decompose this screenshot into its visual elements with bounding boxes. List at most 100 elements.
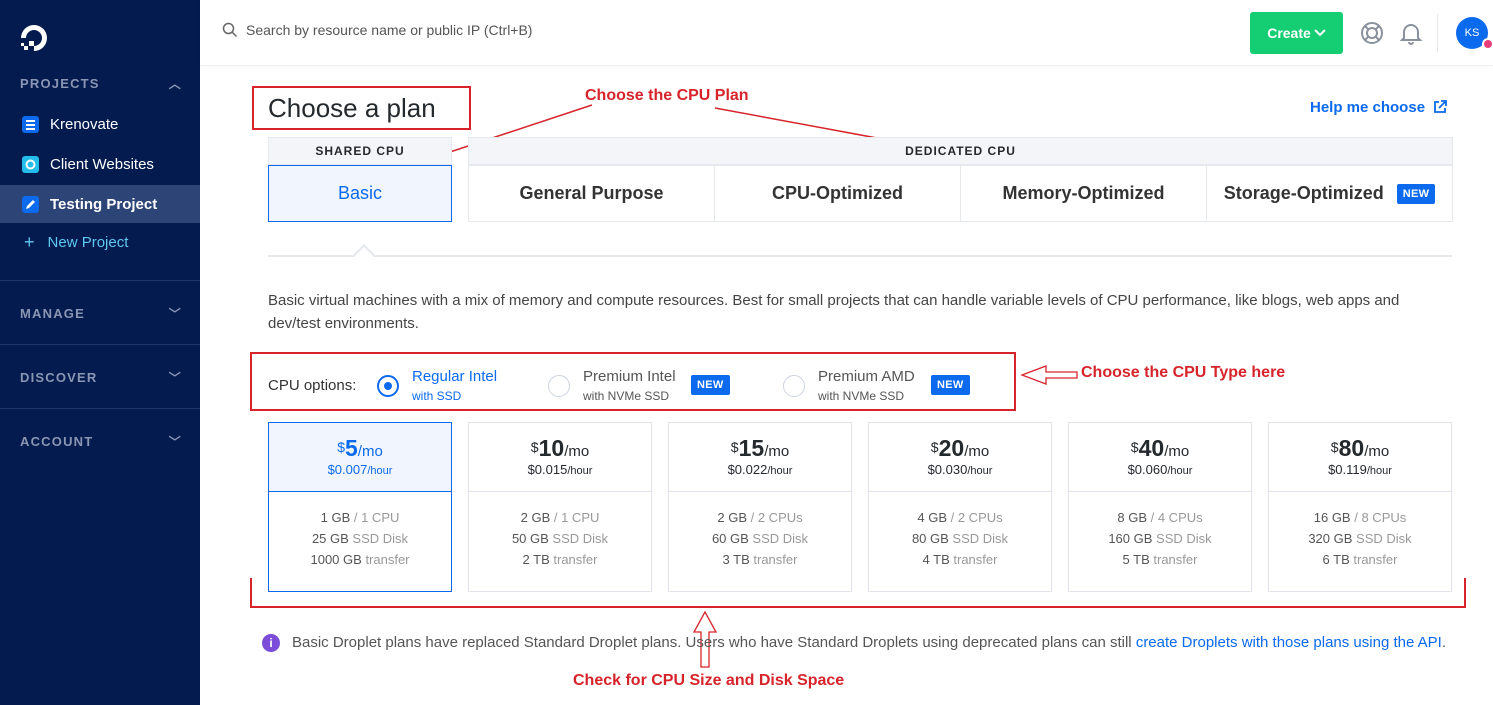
- tab-cpu-optimized[interactable]: CPU-Optimized: [714, 165, 961, 222]
- hourly-value: $0.007: [327, 462, 368, 477]
- price-value: 40: [1138, 435, 1165, 461]
- annotation-box-plan-cards: [250, 578, 1466, 608]
- spec-memory: 4 GB: [917, 510, 947, 525]
- radio-regular-intel[interactable]: [377, 375, 399, 397]
- plan-card[interactable]: $20/mo $0.030/hour 4 GB / 2 CPUs 80 GB SSD …: [868, 422, 1052, 592]
- spec-disk-row: 320 GB SSD Disk: [1269, 528, 1451, 549]
- per-hour-label: /hour: [1366, 465, 1392, 477]
- price-value: 5: [344, 435, 358, 461]
- search-bar[interactable]: [222, 22, 646, 38]
- create-button[interactable]: Create: [1250, 12, 1343, 54]
- per-hour-label: /hour: [567, 465, 593, 477]
- sidebar-item-label: Testing Project: [50, 195, 158, 213]
- account-heading-label: ACCOUNT: [20, 434, 94, 449]
- plan-price-section: $10/mo $0.015/hour: [469, 423, 651, 492]
- avatar-initials: KS: [1464, 27, 1480, 39]
- tab-basic[interactable]: Basic: [268, 165, 452, 222]
- plan-card[interactable]: $5/mo $0.007/hour 1 GB / 1 CPU 25 GB SSD Di…: [268, 422, 452, 592]
- hourly-value: $0.015: [527, 462, 568, 477]
- option-premium-intel-label[interactable]: Premium Intel: [583, 368, 676, 385]
- tab-label: Basic: [337, 183, 382, 203]
- monthly-price: $80/mo: [1269, 435, 1451, 462]
- price-value: 20: [938, 435, 965, 461]
- spec-transfer-row: 1000 GB transfer: [269, 549, 451, 570]
- hourly-price: $0.060/hour: [1069, 462, 1251, 477]
- plan-specs: 2 GB / 1 CPU 50 GB SSD Disk 2 TB transfer: [469, 492, 651, 570]
- spec-transfer-row: 3 TB transfer: [669, 549, 851, 570]
- tab-storage-optimized[interactable]: Storage-Optimized NEW: [1206, 165, 1453, 222]
- monthly-price: $20/mo: [869, 435, 1051, 462]
- option-regular-intel-sub: with SSD: [412, 389, 462, 403]
- currency-symbol: $: [930, 439, 939, 455]
- spec-memory-cpu: 8 GB / 4 CPUs: [1069, 507, 1251, 528]
- new-project-link[interactable]: + New Project: [0, 223, 200, 261]
- help-me-choose-link[interactable]: Help me choose: [1310, 99, 1425, 116]
- discover-heading[interactable]: DISCOVER ﹀: [20, 370, 182, 385]
- price-value: 10: [538, 435, 565, 461]
- chevron-down-icon: ﹀: [168, 371, 182, 385]
- sidebar: PROJECTS ︿ Krenovate Client Websites Tes…: [0, 0, 200, 705]
- radio-premium-amd[interactable]: [783, 375, 805, 397]
- new-badge: NEW: [1396, 183, 1436, 204]
- hourly-price: $0.007/hour: [269, 462, 451, 477]
- create-droplets-api-link[interactable]: create Droplets with those plans using t…: [1136, 634, 1442, 651]
- currency-symbol: $: [1130, 439, 1139, 455]
- price-value: 80: [1338, 435, 1365, 461]
- per-month-label: /mo: [1364, 443, 1390, 460]
- per-month-label: /mo: [1164, 443, 1190, 460]
- new-project-label: New Project: [47, 233, 129, 251]
- circle-icon: [22, 155, 39, 173]
- sidebar-item-testing-project[interactable]: Testing Project: [0, 185, 200, 223]
- annotation-cpu-type: Choose the CPU Type here: [1081, 364, 1286, 381]
- plan-card[interactable]: $10/mo $0.015/hour 2 GB / 1 CPU 50 GB SSD D…: [468, 422, 652, 592]
- tab-indicator-inner: [354, 247, 374, 257]
- deprecation-notice: Basic Droplet plans have replaced Standa…: [292, 631, 1452, 654]
- monthly-price: $10/mo: [469, 435, 651, 462]
- account-heading[interactable]: ACCOUNT ﹀: [20, 434, 182, 449]
- external-link-icon[interactable]: [1433, 100, 1447, 114]
- chevron-down-icon: ﹀: [168, 307, 182, 321]
- spec-transfer-label: transfer: [953, 552, 998, 567]
- digitalocean-logo-icon[interactable]: [18, 22, 50, 54]
- option-regular-intel-label[interactable]: Regular Intel: [412, 368, 497, 385]
- chevron-down-icon: ﹀: [168, 435, 182, 449]
- currency-symbol: $: [337, 439, 345, 455]
- plan-card[interactable]: $80/mo $0.119/hour 16 GB / 8 CPUs 320 GB SS…: [1268, 422, 1452, 592]
- spec-memory: 2 GB: [717, 510, 747, 525]
- per-month-label: /mo: [564, 443, 590, 460]
- tab-general-purpose[interactable]: General Purpose: [468, 165, 715, 222]
- plan-card[interactable]: $15/mo $0.022/hour 2 GB / 2 CPUs 60 GB SSD …: [668, 422, 852, 592]
- plan-description: Basic virtual machines with a mix of mem…: [268, 292, 1400, 332]
- spec-cpu: / 2 CPUs: [950, 510, 1003, 525]
- spec-transfer-label: transfer: [365, 552, 410, 567]
- spec-transfer: 5 TB: [1122, 552, 1150, 567]
- projects-heading[interactable]: PROJECTS ︿: [20, 76, 182, 91]
- bell-icon[interactable]: [1398, 20, 1424, 46]
- sidebar-item-krenovate[interactable]: Krenovate: [0, 105, 200, 143]
- tab-memory-optimized[interactable]: Memory-Optimized: [960, 165, 1207, 222]
- price-value: 15: [738, 435, 765, 461]
- option-premium-amd-label[interactable]: Premium AMD: [818, 368, 915, 385]
- search-input[interactable]: [246, 22, 646, 38]
- pencil-icon: [22, 195, 39, 213]
- page-title: Choose a plan: [268, 93, 436, 123]
- hourly-price: $0.119/hour: [1269, 462, 1451, 477]
- manage-heading[interactable]: MANAGE ﹀: [20, 306, 182, 321]
- spec-disk-label: SSD Disk: [752, 531, 809, 546]
- radio-premium-intel[interactable]: [548, 375, 570, 397]
- new-badge: NEW: [691, 375, 730, 395]
- sidebar-item-label: Client Websites: [50, 155, 154, 173]
- tab-label: Storage-Optimized: [1223, 183, 1384, 203]
- hourly-price: $0.022/hour: [669, 462, 851, 477]
- spec-disk-row: 80 GB SSD Disk: [869, 528, 1051, 549]
- spec-transfer: 2 TB: [522, 552, 550, 567]
- discover-heading-label: DISCOVER: [20, 370, 98, 385]
- sidebar-item-client-websites[interactable]: Client Websites: [0, 145, 200, 183]
- spec-transfer-label: transfer: [1153, 552, 1198, 567]
- spec-transfer: 3 TB: [722, 552, 750, 567]
- plan-price-section: $40/mo $0.060/hour: [1069, 423, 1251, 492]
- support-lifebuoy-icon[interactable]: [1359, 20, 1385, 46]
- plus-icon: +: [24, 231, 35, 252]
- plan-card[interactable]: $40/mo $0.060/hour 8 GB / 4 CPUs 160 GB SSD…: [1068, 422, 1252, 592]
- spec-disk-label: SSD Disk: [352, 531, 409, 546]
